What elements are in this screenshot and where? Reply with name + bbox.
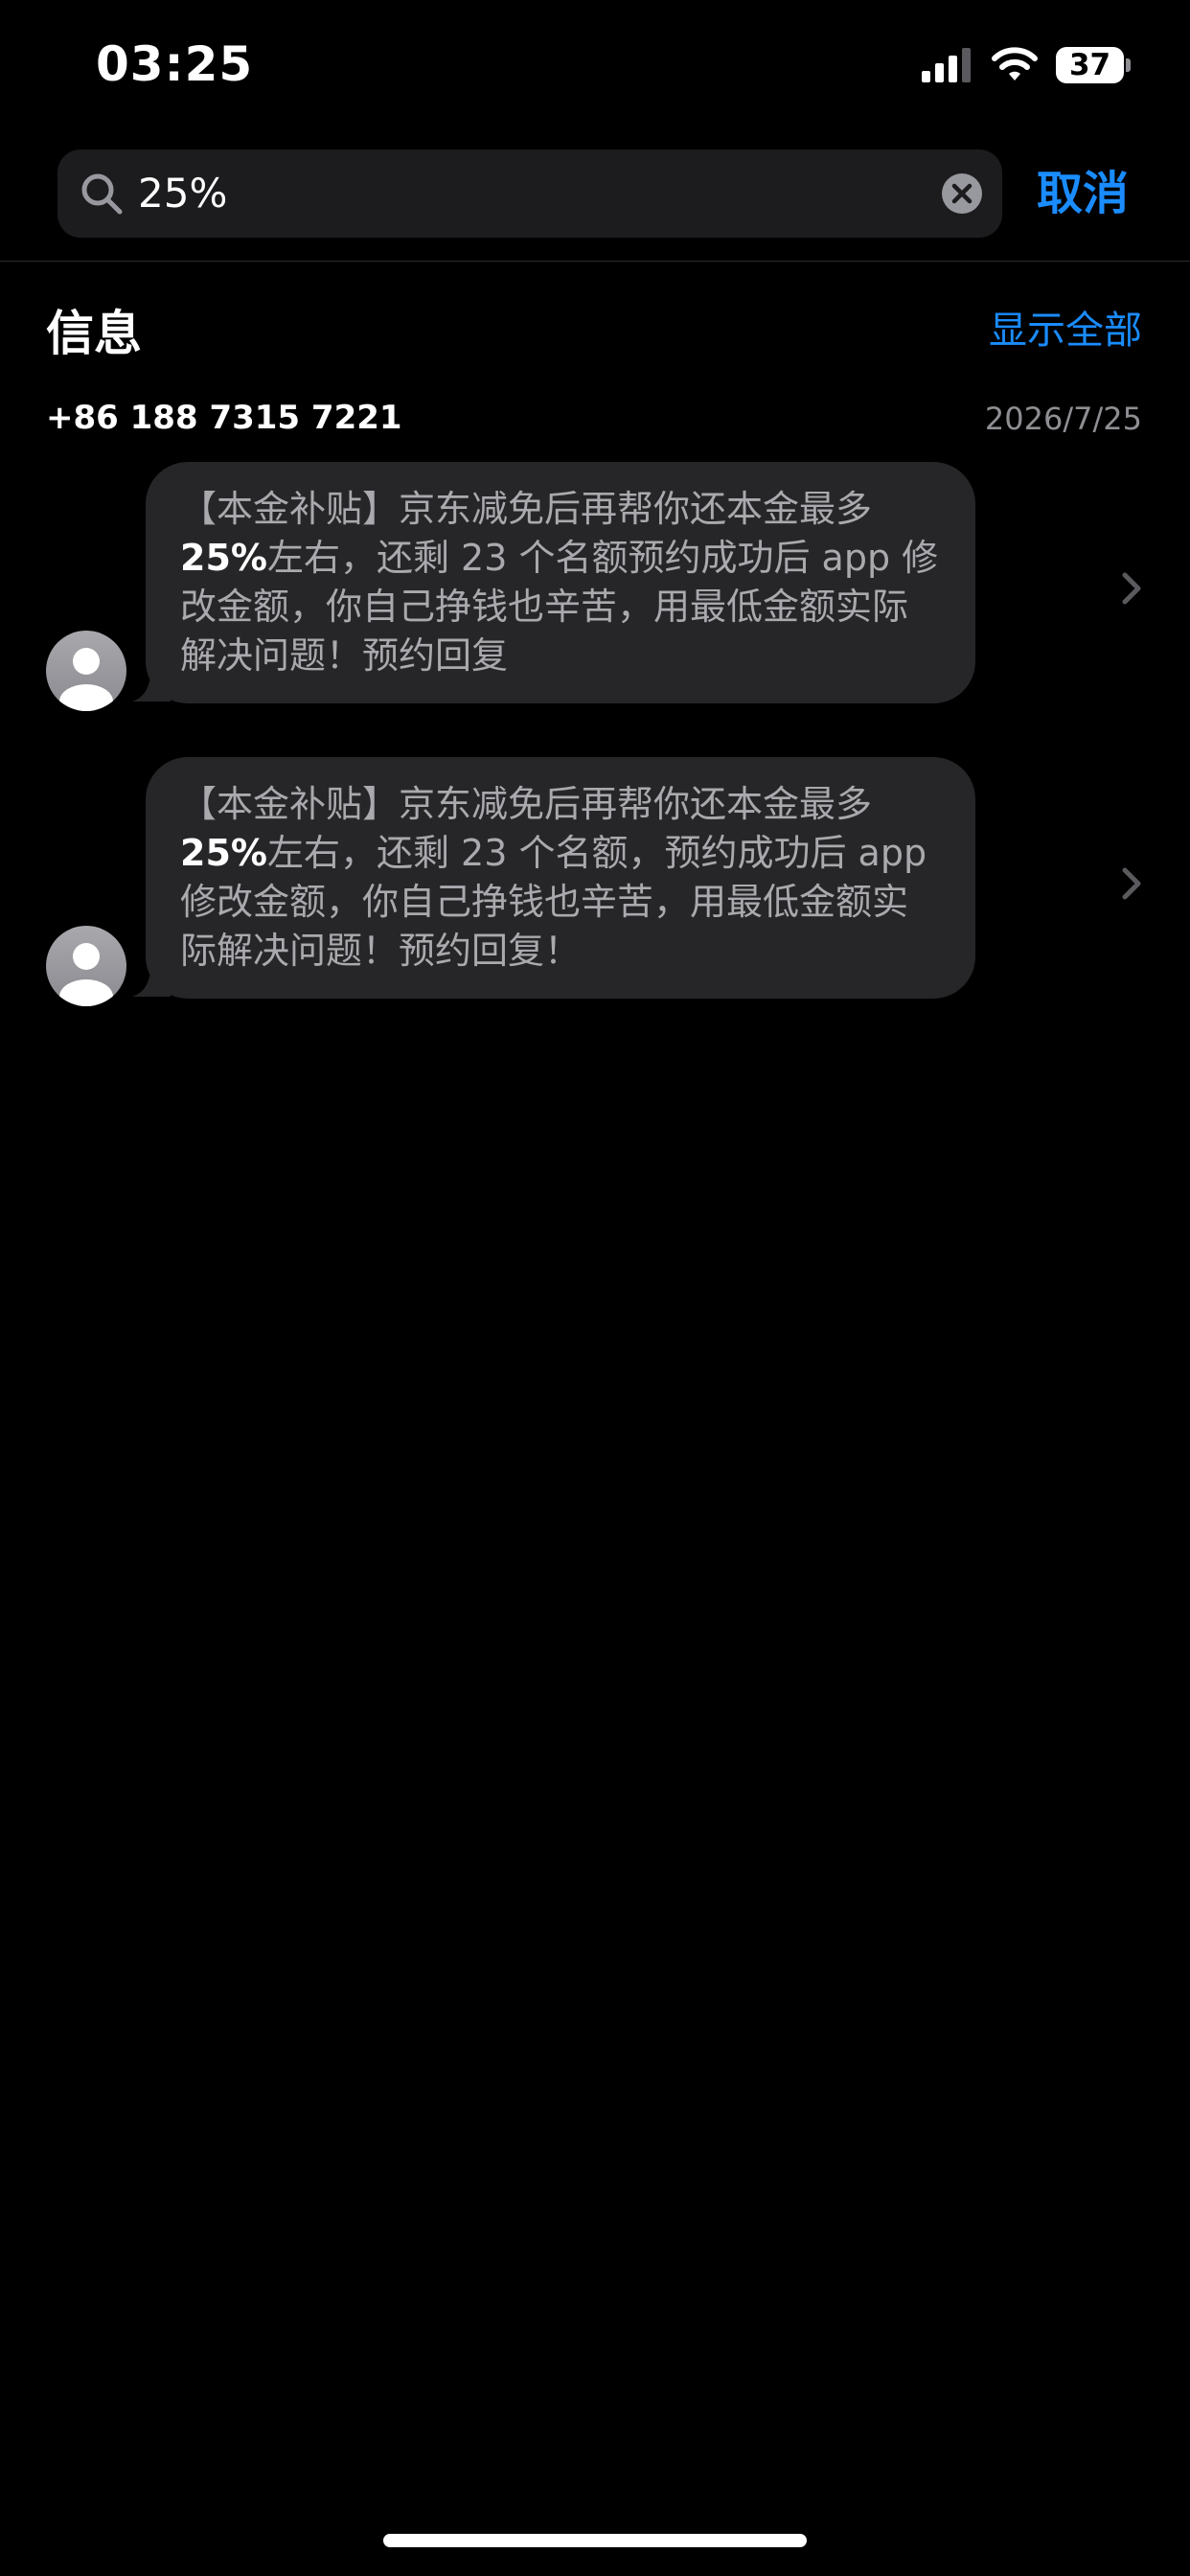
message-text-after: 左右，还剩 23 个名额，预约成功后 app 修改金额，你自己挣钱也辛苦，用最低… (180, 832, 927, 972)
status-bar: 03:25 37 (0, 0, 1190, 134)
search-icon (81, 173, 123, 215)
message-text-before: 【本金补贴】京东减免后再帮你还本金最多 (180, 783, 873, 825)
message-bubble[interactable]: 【本金补贴】京东减免后再帮你还本金最多 25%左右，还剩 23 个名额，预约成功后… (146, 757, 975, 999)
chevron-right-icon[interactable] (1119, 569, 1144, 608)
person-icon (59, 943, 113, 1006)
section-title: 信息 (46, 306, 142, 361)
search-match-highlight: 25% (180, 537, 267, 579)
cellular-signal-icon (922, 48, 971, 82)
sender-name: +86 188 7315 7221 (46, 399, 402, 437)
avatar (46, 926, 126, 1006)
person-icon (59, 648, 113, 711)
show-all-link[interactable]: 显示全部 (989, 299, 1142, 355)
message-result[interactable]: 【本金补贴】京东减免后再帮你还本金最多 25%左右，还剩 23 个名额，预约成功后… (0, 757, 1190, 1008)
search-query[interactable]: 25% (138, 150, 227, 238)
search-input[interactable]: 25% (57, 150, 1002, 238)
wifi-icon (992, 47, 1038, 80)
battery-level: 37 (1056, 47, 1125, 83)
home-indicator[interactable] (383, 2534, 807, 2547)
message-text-before: 【本金补贴】京东减免后再帮你还本金最多 (180, 488, 873, 530)
status-time: 03:25 (96, 36, 254, 92)
search-match-highlight: 25% (180, 832, 267, 874)
message-bubble[interactable]: 【本金补贴】京东减免后再帮你还本金最多 25%左右，还剩 23 个名额预约成功后 … (146, 462, 975, 703)
message-text-after: 左右，还剩 23 个名额预约成功后 app 修改金额，你自己挣钱也辛苦，用最低金… (180, 537, 939, 677)
status-icons: 37 (920, 46, 1131, 84)
search-row: 25% 取消 (0, 150, 1190, 238)
battery-tip (1126, 58, 1131, 72)
avatar (46, 631, 126, 711)
divider (0, 261, 1190, 262)
clear-search-icon[interactable] (941, 172, 983, 215)
message-date: 2026/7/25 (984, 401, 1142, 437)
battery-icon: 37 (1056, 47, 1131, 83)
chevron-right-icon[interactable] (1119, 864, 1144, 903)
cancel-button[interactable]: 取消 (1037, 150, 1129, 238)
message-result[interactable]: 【本金补贴】京东减免后再帮你还本金最多 25%左右，还剩 23 个名额预约成功后 … (0, 462, 1190, 713)
